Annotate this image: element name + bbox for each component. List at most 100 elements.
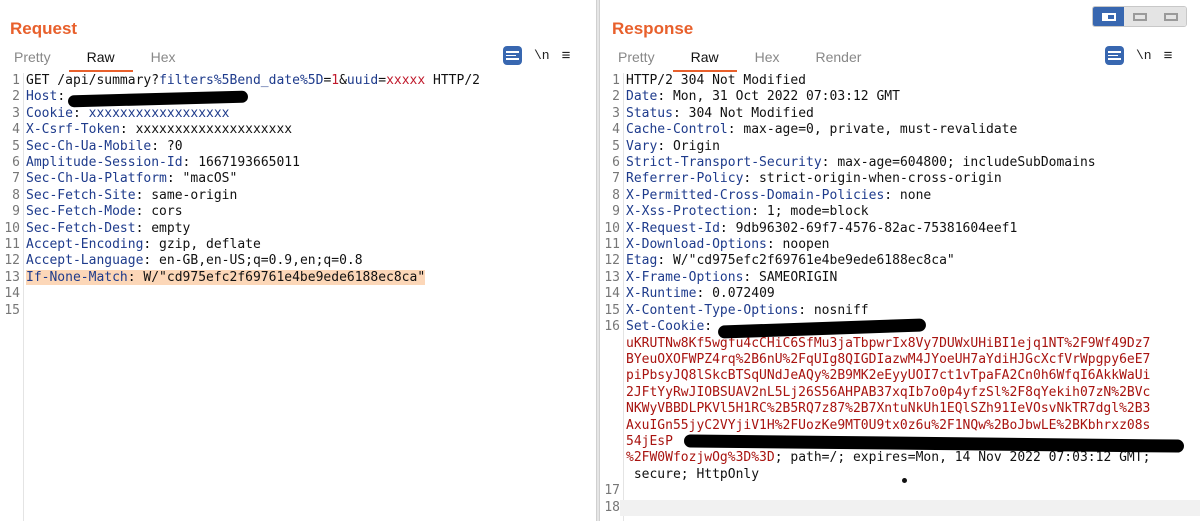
response-tab-hex[interactable]: Hex [737,46,798,72]
line-content: X-Content-Type-Options: nosniff [620,303,869,319]
header-name: Amplitude-Session-Id [26,155,183,171]
code-line: 11 Accept-Encoding: gzip, deflate [0,237,596,253]
request-tab-pretty[interactable]: Pretty [0,46,69,72]
code-line: 2 Date: Mon, 31 Oct 2022 07:03:12 GMT [600,89,1200,105]
show-newlines-button[interactable]: \n [534,48,550,63]
line-number: 7 [612,171,620,187]
line-number: 11 [4,237,20,253]
header-name: Sec-Fetch-Mode [26,204,136,220]
code-line: NKWyVBBDLPKVl5H1RC%2B5RQ7z87%2B7XntuNkUh… [600,401,1200,417]
response-toolbar: \n ≡ [1105,46,1172,65]
text-span: : 1; mode=block [751,204,869,220]
line-number: 7 [12,171,20,187]
code-line: 3 Cookie: xxxxxxxxxxxxxxxxxx [0,106,596,122]
token: uuid [346,73,379,88]
code-line: 3 Status: 304 Not Modified [600,106,1200,122]
line-number: 10 [604,220,620,236]
text-span: : en-GB,en-US;q=0.9,en;q=0.8 [143,253,363,269]
request-tab-hex[interactable]: Hex [133,46,194,72]
line-content: 2JFtYyRwJIOBSUAV2nL5Lj26S56AHPAB37xqIb7o… [620,385,1150,401]
line-number: 8 [612,187,620,203]
hamburger-menu-icon[interactable]: ≡ [562,47,571,64]
line-content: Etag: W/"cd975efc2f69761e4be9ede6188ec8c… [620,253,955,269]
line-number: 3 [612,105,620,121]
header-name: Date [626,89,658,105]
text-span: : SAMEORIGIN [743,269,838,285]
line-number: 16 [604,319,620,335]
token: NKWyVBBDLPKVl5H1RC%2B5RQ7z87%2B7XntuNkUh… [626,401,1151,417]
line-number: 14 [604,286,620,302]
token: filters%5Bend_date%5D [159,73,324,88]
word-wrap-icon[interactable] [1105,46,1124,65]
text-span: : "macOS" [166,171,238,187]
line-number [600,401,620,417]
vertical-layout-icon[interactable] [1155,7,1186,26]
side-by-side-layout-icon[interactable] [1093,7,1124,26]
show-newlines-button[interactable]: \n [1136,48,1152,63]
horizontal-layout-icon[interactable] [1124,7,1155,26]
code-line: 2JFtYyRwJIOBSUAV2nL5Lj26S56AHPAB37xqIb7o… [600,385,1200,401]
line-content: X-Frame-Options: SAMEORIGIN [620,270,837,286]
line-content: uKRUTNw8Kf5wgfu4cCHiC6SfMu3jaTbpwrIx8Vy7… [620,336,1150,352]
response-tabs: Pretty Raw Hex Render [600,46,879,72]
word-wrap-icon[interactable] [503,46,522,65]
line-number: 3 [12,105,20,121]
line-content: Date: Mon, 31 Oct 2022 07:03:12 GMT [620,89,900,105]
code-line: 11 X-Download-Options: noopen [600,237,1200,253]
line-number: 15 [4,302,20,318]
code-line: 8 Sec-Fetch-Site: same-origin [0,188,596,204]
line-content: Set-Cookie: [620,319,712,335]
token: xxxxx [386,73,426,88]
text-span: secure; HttpOnly [626,466,760,482]
text-span: : cors [135,204,183,220]
line-content: X-Csrf-Token: xxxxxxxxxxxxxxxxxxxx [20,122,292,138]
line-number: 12 [604,253,620,269]
response-tab-raw[interactable]: Raw [672,46,737,72]
line-number: 8 [12,187,20,203]
line-number: 9 [12,204,20,220]
code-line: 9 X-Xss-Protection: 1; mode=block [600,204,1200,220]
line-content: Status: 304 Not Modified [620,106,814,122]
text-span: : Origin [657,138,720,154]
code-line: 18 [600,499,1200,516]
response-tab-pretty[interactable]: Pretty [600,46,673,72]
line-number [600,336,620,352]
code-line: 9 Sec-Fetch-Mode: cors [0,204,596,220]
layout-toggle[interactable] [1092,6,1187,27]
request-editor[interactable]: 1 GET /api/summary?filters%5Bend_date%5D =… [0,73,596,521]
header-name: Status [626,105,673,121]
line-number [600,418,620,434]
text-span: : 304 Not Modified [672,105,814,121]
line-content: X-Xss-Protection: 1; mode=block [620,204,869,220]
line-number: 10 [4,220,20,236]
text-span: : nosniff [798,302,869,318]
hamburger-menu-icon[interactable]: ≡ [1164,47,1173,64]
request-toolbar: \n ≡ [503,46,570,65]
request-tab-raw[interactable]: Raw [68,46,133,72]
line-content: Vary: Origin [620,139,720,155]
header-name: Vary [626,138,658,154]
response-editor[interactable]: 1 HTTP/2 304 Not Modified 2 Date: Mon, 31 O… [600,73,1200,521]
line-content: X-Permitted-Cross-Domain-Policies: none [620,188,931,204]
text-span: : empty [135,220,191,236]
header-name: Sec-Fetch-Site [26,187,136,203]
line-content: Sec-Fetch-Mode: cors [20,204,183,220]
line-content: %2FW0WfozjwOg%3D%3D; path=/; expires=Mon… [620,450,1150,466]
response-tab-render[interactable]: Render [798,46,880,72]
line-number [600,385,620,401]
header-name: Referrer-Policy [626,171,744,187]
text-span: : xxxxxxxxxxxxxxxxxxxx [119,122,293,138]
code-line: 1 GET /api/summary?filters%5Bend_date%5D =… [0,73,596,89]
token: xxxxxxxxxxxxxxxxxx [88,105,230,121]
code-line: uKRUTNw8Kf5wgfu4cCHiC6SfMu3jaTbpwrIx8Vy7… [600,336,1200,352]
line-content: Strict-Transport-Security: max-age=60480… [620,155,1096,171]
code-line: 7 Sec-Ch-Ua-Platform: "macOS" [0,171,596,187]
line-content: X-Runtime: 0.072409 [620,286,775,302]
text-span: : W/"cd975efc2f69761e4be9ede6188ec8ca" [657,253,955,269]
header-name: Accept-Encoding [26,237,144,253]
header-name: Sec-Fetch-Dest [26,220,136,236]
text-span: HTTP/2 [425,73,480,88]
code-line: 5 Vary: Origin [600,139,1200,155]
header-name: X-Csrf-Token [26,122,120,138]
token: %2FW0WfozjwOg%3D%3D [626,450,775,466]
